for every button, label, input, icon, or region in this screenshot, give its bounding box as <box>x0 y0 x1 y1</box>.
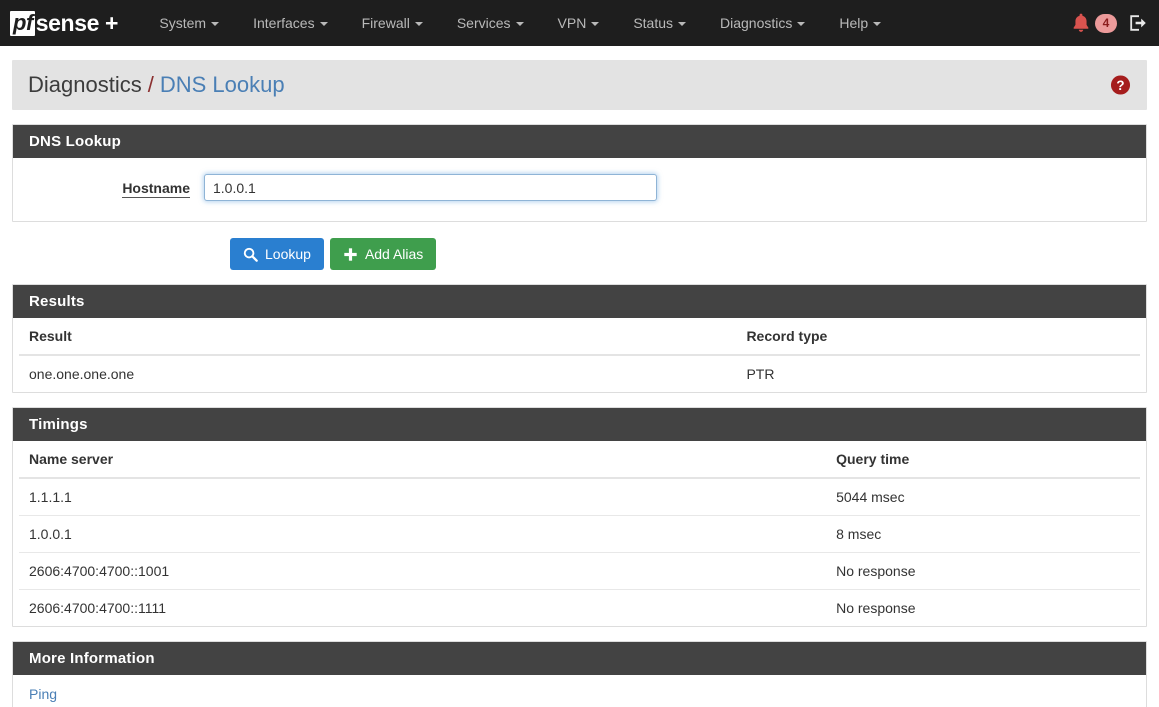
more-information-panel-body: Ping Traceroute <box>13 675 1146 707</box>
table-row: 2606:4700:4700::1001 No response <box>19 552 1140 590</box>
nav-item-status[interactable]: Status <box>616 0 703 46</box>
notification-count-badge: 4 <box>1095 13 1117 33</box>
column-header-query-time: Query time <box>826 441 1140 479</box>
hostname-form-row: Hostname <box>29 172 1130 205</box>
chevron-down-icon <box>414 22 423 26</box>
results-table-body: one.one.one.one PTR <box>19 355 1140 392</box>
cell-name-server: 2606:4700:4700::1111 <box>19 589 827 626</box>
cell-name-server: 2606:4700:4700::1001 <box>19 552 827 590</box>
chevron-down-icon <box>873 22 882 26</box>
nav-item-label: Status <box>633 15 674 31</box>
table-row: 2606:4700:4700::1111 No response <box>19 589 1140 626</box>
table-header-row: Name server Query time <box>19 441 1140 479</box>
nav-item-label: Diagnostics <box>720 15 793 31</box>
ping-link[interactable]: Ping <box>29 686 57 702</box>
nav-item-interfaces[interactable]: Interfaces <box>236 0 344 46</box>
notifications-button[interactable]: 4 <box>1072 13 1117 33</box>
cell-name-server: 1.0.0.1 <box>19 515 827 553</box>
cell-name-server: 1.1.1.1 <box>29 489 72 505</box>
form-actions: Lookup Add Alias <box>12 238 1147 270</box>
nav-item-label: VPN <box>557 15 587 31</box>
cell-query-time: No response <box>826 589 1140 626</box>
column-header-record-type: Record type <box>736 318 1140 356</box>
top-navbar: pf sense + System Interfaces Firewall Se… <box>0 0 1159 46</box>
list-item[interactable]: Ping <box>13 675 1146 707</box>
dns-lookup-panel-body: Hostname <box>13 158 1146 221</box>
breadcrumb-parent: Diagnostics <box>28 72 142 97</box>
timings-table: Name server Query time 1.1.1.1 5044 msec… <box>19 441 1140 626</box>
breadcrumb: Diagnostics / DNS Lookup ? <box>12 60 1147 110</box>
table-header-row: Result Record type <box>19 318 1140 356</box>
timings-table-head: Name server Query time <box>19 441 1140 479</box>
results-table: Result Record type one.one.one.one PTR <box>19 318 1140 392</box>
logo-plus-mark: + <box>104 9 119 36</box>
chevron-down-icon <box>678 22 687 26</box>
cell-record-type: PTR <box>746 366 775 382</box>
breadcrumb-current-page[interactable]: DNS Lookup <box>160 72 285 98</box>
svg-text:?: ? <box>1116 78 1124 93</box>
nav-item-system[interactable]: System <box>142 0 236 46</box>
more-information-panel: More Information Ping Traceroute <box>12 641 1147 707</box>
navbar-right-actions: 4 <box>1072 0 1147 46</box>
chevron-down-icon <box>515 22 524 26</box>
add-alias-button-label: Add Alias <box>364 246 424 262</box>
pfsense-logo[interactable]: pf sense + <box>10 9 119 36</box>
dns-lookup-panel: DNS Lookup Hostname <box>12 124 1147 222</box>
help-circle-icon[interactable]: ? <box>1110 75 1131 96</box>
table-row: 1.0.0.1 8 msec <box>19 515 1140 553</box>
lookup-button-label: Lookup <box>265 246 311 262</box>
nav-item-label: Interfaces <box>253 15 315 31</box>
cell-query-time: 5044 msec <box>836 489 905 505</box>
page-content: DNS Lookup Hostname Lookup Add Alias <box>0 124 1159 707</box>
column-header-result: Result <box>19 318 737 356</box>
hostname-label-text: Hostname <box>122 179 190 198</box>
nav-item-services[interactable]: Services <box>440 0 541 46</box>
chevron-down-icon <box>319 22 328 26</box>
chevron-down-icon <box>211 22 220 26</box>
chevron-down-icon <box>591 22 600 26</box>
breadcrumb-separator: / <box>147 72 154 97</box>
timings-panel-title: Timings <box>13 408 1146 441</box>
nav-item-firewall[interactable]: Firewall <box>345 0 440 46</box>
cell-result: one.one.one.one <box>29 366 135 382</box>
logo-pf-mark: pf <box>10 10 35 36</box>
timings-panel-body: Name server Query time 1.1.1.1 5044 msec… <box>13 441 1146 626</box>
timings-panel: Timings Name server Query time 1.1.1.1 5… <box>12 407 1147 627</box>
hostname-label: Hostname <box>29 179 204 198</box>
plus-icon <box>344 247 357 261</box>
cell-query-time: No response <box>826 552 1140 590</box>
cell-query-time: 8 msec <box>826 515 1140 553</box>
dns-lookup-panel-title: DNS Lookup <box>13 125 1146 158</box>
search-icon <box>243 247 258 262</box>
hostname-input[interactable] <box>204 174 657 201</box>
bell-icon <box>1073 13 1089 32</box>
chevron-down-icon <box>797 22 806 26</box>
nav-item-vpn[interactable]: VPN <box>541 0 617 46</box>
navbar-menu: System Interfaces Firewall Services VPN … <box>142 0 898 46</box>
results-panel-body: Result Record type one.one.one.one PTR <box>13 318 1146 392</box>
more-information-panel-title: More Information <box>13 642 1146 675</box>
add-alias-button[interactable]: Add Alias <box>329 238 437 270</box>
logo-sense-text: sense <box>35 9 100 36</box>
column-header-name-server: Name server <box>19 441 827 479</box>
lookup-button[interactable]: Lookup <box>230 238 324 270</box>
logout-icon[interactable] <box>1127 13 1147 33</box>
nav-item-diagnostics[interactable]: Diagnostics <box>703 0 822 46</box>
table-row: one.one.one.one PTR <box>19 355 1140 392</box>
nav-item-label: System <box>159 15 207 31</box>
timings-table-body: 1.1.1.1 5044 msec 1.0.0.1 8 msec 2606:47… <box>19 478 1140 626</box>
nav-item-label: Firewall <box>361 15 410 31</box>
results-panel-title: Results <box>13 285 1146 318</box>
nav-item-help[interactable]: Help <box>822 0 898 46</box>
nav-item-label: Help <box>839 15 869 31</box>
results-panel: Results Result Record type one.one.one.o… <box>12 284 1147 393</box>
results-table-head: Result Record type <box>19 318 1140 356</box>
table-row: 1.1.1.1 5044 msec <box>19 478 1140 516</box>
nav-item-label: Services <box>456 15 511 31</box>
